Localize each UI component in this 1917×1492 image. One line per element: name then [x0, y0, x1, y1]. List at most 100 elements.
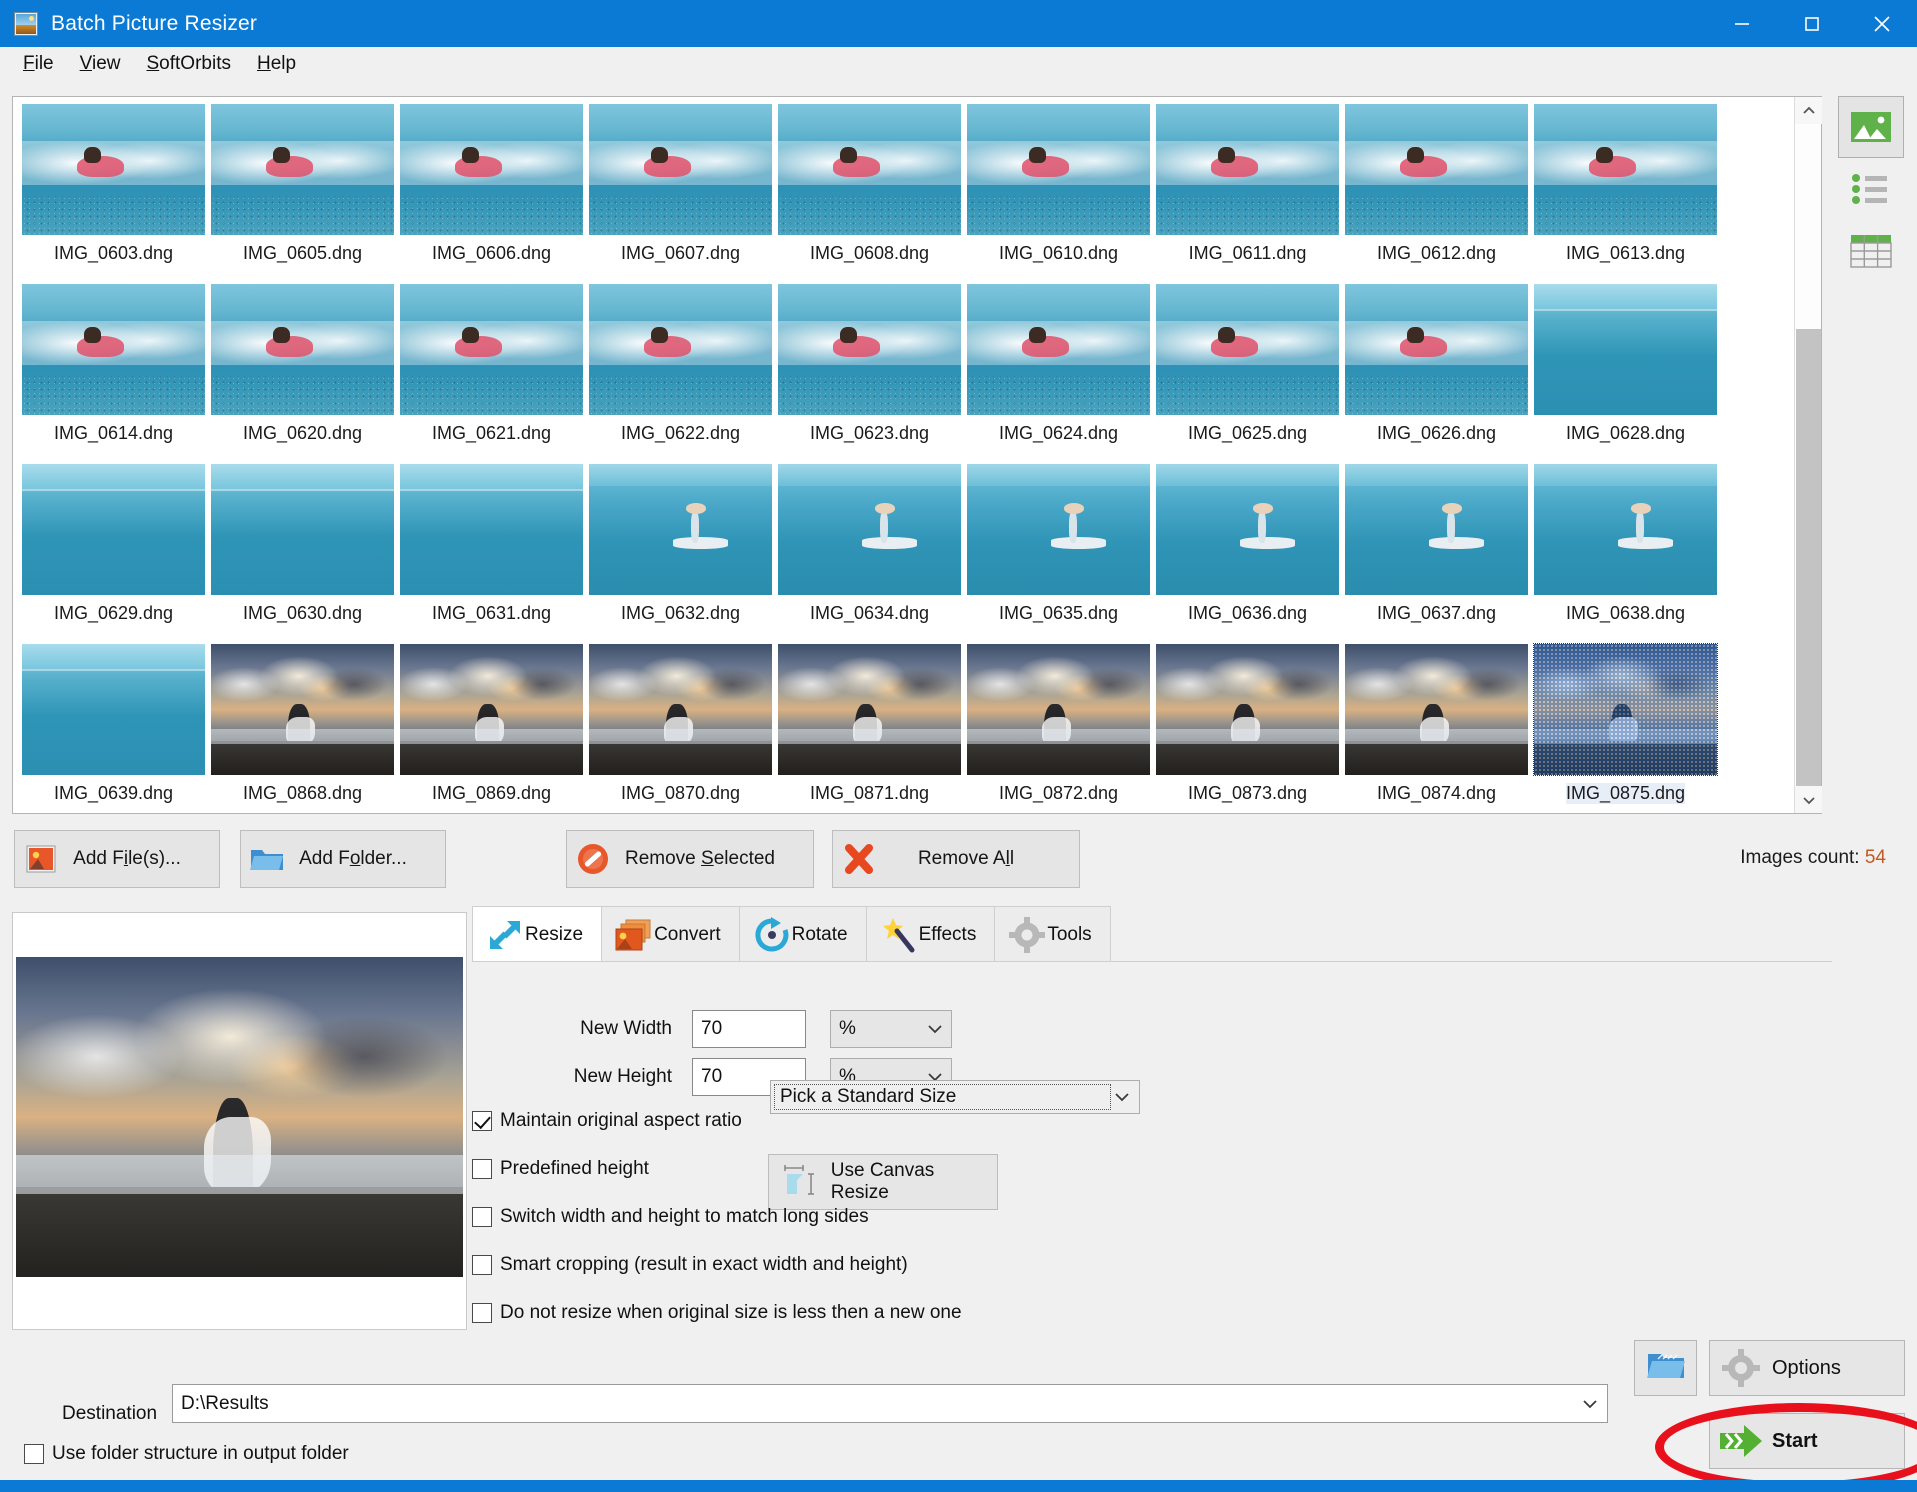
thumbnail-image[interactable] [966, 463, 1151, 596]
details-view-button[interactable] [1838, 220, 1904, 282]
thumbnail-cell[interactable]: IMG_0612.dng [1342, 103, 1531, 283]
thumbnail-cell[interactable]: IMG_0873.dng [1153, 643, 1342, 813]
browse-destination-button[interactable] [1634, 1340, 1697, 1396]
scrollbar-track[interactable] [1795, 124, 1821, 786]
thumbnail-image[interactable] [1155, 283, 1340, 416]
thumbnail-image[interactable] [777, 283, 962, 416]
use-folder-structure-checkbox[interactable] [24, 1444, 44, 1464]
minimize-button[interactable] [1707, 0, 1777, 47]
tab-effects[interactable]: Effects [866, 906, 996, 962]
scrollbar-thumb[interactable] [1796, 329, 1821, 786]
thumbnail-cell[interactable]: IMG_0625.dng [1153, 283, 1342, 463]
thumbnail-image[interactable] [210, 283, 395, 416]
add-files-button[interactable]: Add File(s)... [14, 830, 220, 888]
thumbnail-cell[interactable]: IMG_0869.dng [397, 643, 586, 813]
maximize-button[interactable] [1777, 0, 1847, 47]
thumbnail-image[interactable] [777, 103, 962, 236]
grid-scrollbar[interactable] [1794, 97, 1821, 813]
resize-option[interactable]: Switch width and height to match long si… [472, 1206, 869, 1228]
thumbnail-cell[interactable]: IMG_0636.dng [1153, 463, 1342, 643]
thumbnail-image[interactable] [777, 643, 962, 776]
new-width-input[interactable] [692, 1010, 806, 1048]
resize-option-checkbox[interactable] [472, 1303, 492, 1323]
thumbnail-cell[interactable]: IMG_0605.dng [208, 103, 397, 283]
options-button[interactable]: Options [1709, 1340, 1905, 1396]
thumbnail-cell[interactable]: IMG_0631.dng [397, 463, 586, 643]
thumbnail-cell[interactable]: IMG_0635.dng [964, 463, 1153, 643]
thumbnail-image[interactable] [966, 643, 1151, 776]
thumbnail-cell[interactable]: IMG_0620.dng [208, 283, 397, 463]
thumbnail-cell[interactable]: IMG_0610.dng [964, 103, 1153, 283]
start-button[interactable]: Start [1709, 1413, 1905, 1469]
thumbnail-image[interactable] [966, 103, 1151, 236]
thumbnail-cell[interactable]: IMG_0630.dng [208, 463, 397, 643]
thumbnail-image[interactable] [1344, 283, 1529, 416]
settings-tabs[interactable]: ResizeConvertRotateEffectsTools [472, 906, 1110, 962]
thumbnail-image[interactable] [1533, 643, 1718, 776]
remove-selected-button[interactable]: Remove Selected [566, 830, 814, 888]
menu-file[interactable]: File [10, 50, 67, 78]
thumbnail-image[interactable] [210, 103, 395, 236]
thumbnail-image[interactable] [399, 283, 584, 416]
list-view-button[interactable] [1838, 158, 1904, 220]
thumbnail-cell[interactable]: IMG_0611.dng [1153, 103, 1342, 283]
resize-option-checkbox[interactable] [472, 1207, 492, 1227]
thumbnail-cell[interactable]: IMG_0621.dng [397, 283, 586, 463]
thumbnail-image[interactable] [1533, 103, 1718, 236]
thumbnail-image[interactable] [1344, 463, 1529, 596]
scroll-down-icon[interactable] [1795, 786, 1822, 813]
thumbnail-cell[interactable]: IMG_0634.dng [775, 463, 964, 643]
thumbnail-cell[interactable]: IMG_0626.dng [1342, 283, 1531, 463]
thumbnail-image[interactable] [210, 643, 395, 776]
thumbnail-cell[interactable]: IMG_0603.dng [19, 103, 208, 283]
thumbnail-image[interactable] [399, 643, 584, 776]
thumbnail-cell[interactable]: IMG_0875.dng [1531, 643, 1720, 813]
thumbnail-image[interactable] [1344, 103, 1529, 236]
resize-option-checkbox[interactable] [472, 1111, 492, 1131]
standard-size-select[interactable]: Pick a Standard Size [770, 1080, 1140, 1114]
close-button[interactable] [1847, 0, 1917, 47]
resize-option[interactable]: Predefined height [472, 1158, 649, 1180]
tab-tools[interactable]: Tools [994, 906, 1110, 962]
use-folder-structure-option[interactable]: Use folder structure in output folder [24, 1443, 349, 1465]
thumbnail-cell[interactable]: IMG_0871.dng [775, 643, 964, 813]
thumbnail-image[interactable] [588, 463, 773, 596]
thumbnail-image[interactable] [1533, 283, 1718, 416]
thumbnail-cell[interactable]: IMG_0613.dng [1531, 103, 1720, 283]
thumbnail-cell[interactable]: IMG_0608.dng [775, 103, 964, 283]
tab-rotate[interactable]: Rotate [739, 906, 867, 962]
resize-option[interactable]: Do not resize when original size is less… [472, 1302, 962, 1324]
thumbnail-image[interactable] [210, 463, 395, 596]
menu-help[interactable]: Help [244, 50, 309, 78]
add-folder-button[interactable]: Add Folder... [240, 830, 446, 888]
thumbnail-cell[interactable]: IMG_0637.dng [1342, 463, 1531, 643]
thumbnail-image[interactable] [588, 283, 773, 416]
use-canvas-resize-button[interactable]: Use Canvas Resize [768, 1154, 998, 1210]
resize-option-checkbox[interactable] [472, 1255, 492, 1275]
new-width-unit-select[interactable]: % [830, 1010, 952, 1048]
thumbnail-image[interactable] [1155, 103, 1340, 236]
thumbnail-image[interactable] [21, 463, 206, 596]
thumbnail-cell[interactable]: IMG_0874.dng [1342, 643, 1531, 813]
thumbnail-cell[interactable]: IMG_0868.dng [208, 643, 397, 813]
thumbnail-view-button[interactable] [1838, 96, 1904, 158]
thumbnail-cell[interactable]: IMG_0639.dng [19, 643, 208, 813]
thumbnail-image[interactable] [966, 283, 1151, 416]
remove-all-button[interactable]: Remove All [832, 830, 1080, 888]
thumbnail-cell[interactable]: IMG_0607.dng [586, 103, 775, 283]
resize-option[interactable]: Smart cropping (result in exact width an… [472, 1254, 908, 1276]
thumbnail-grid[interactable]: IMG_0603.dngIMG_0605.dngIMG_0606.dngIMG_… [13, 97, 1794, 813]
thumbnail-image[interactable] [1155, 463, 1340, 596]
thumbnail-cell[interactable]: IMG_0624.dng [964, 283, 1153, 463]
thumbnail-cell[interactable]: IMG_0632.dng [586, 463, 775, 643]
thumbnail-image[interactable] [399, 463, 584, 596]
thumbnail-cell[interactable]: IMG_0628.dng [1531, 283, 1720, 463]
thumbnail-image[interactable] [21, 643, 206, 776]
thumbnail-cell[interactable]: IMG_0622.dng [586, 283, 775, 463]
thumbnail-image[interactable] [21, 283, 206, 416]
thumbnail-cell[interactable]: IMG_0870.dng [586, 643, 775, 813]
thumbnail-image[interactable] [399, 103, 584, 236]
thumbnail-image[interactable] [588, 643, 773, 776]
resize-option[interactable]: Maintain original aspect ratio [472, 1110, 742, 1132]
thumbnail-cell[interactable]: IMG_0623.dng [775, 283, 964, 463]
